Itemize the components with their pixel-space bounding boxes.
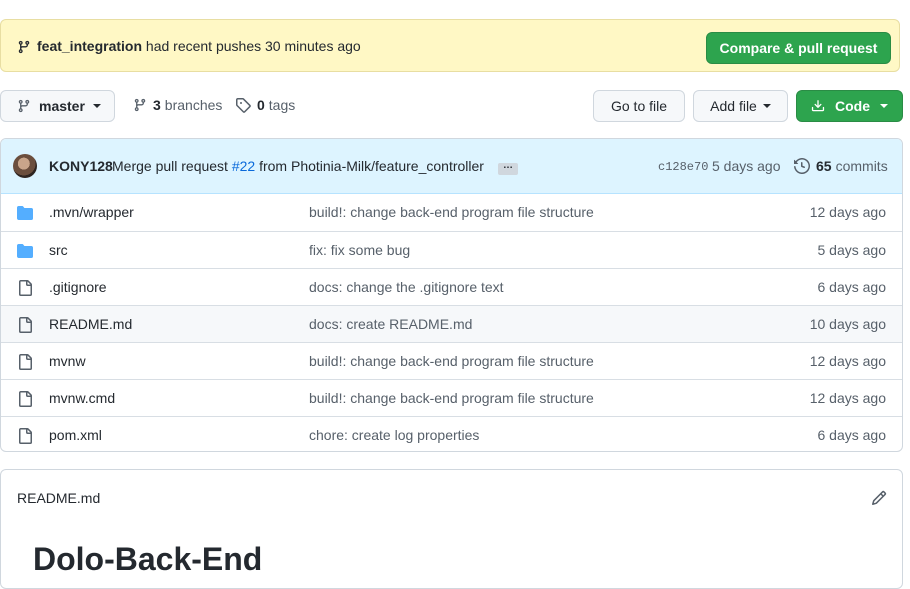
recent-push-text: feat_integration had recent pushes 30 mi… bbox=[37, 38, 361, 54]
chevron-down-icon bbox=[92, 104, 101, 108]
commit-author[interactable]: KONY128 bbox=[49, 158, 113, 174]
recent-push-banner: feat_integration had recent pushes 30 mi… bbox=[0, 19, 900, 72]
chevron-down-icon bbox=[880, 104, 888, 108]
file-icon bbox=[17, 354, 33, 370]
commit-message[interactable]: Merge pull request #22 from Photinia-Mil… bbox=[112, 158, 484, 174]
file-name-link[interactable]: README.md bbox=[49, 316, 132, 332]
file-name-link[interactable]: src bbox=[49, 242, 68, 258]
commit-message-prefix: Merge pull request bbox=[112, 158, 228, 174]
file-icon bbox=[17, 280, 33, 296]
pushed-branch-name[interactable]: feat_integration bbox=[37, 38, 142, 54]
commit-sha[interactable]: c128e70 bbox=[658, 160, 708, 174]
branches-link[interactable]: 3 branches bbox=[133, 97, 222, 113]
file-row[interactable]: .gitignore docs: change the .gitignore te… bbox=[1, 268, 902, 305]
file-row[interactable]: mvnw build!: change back-end program file… bbox=[1, 342, 902, 379]
branches-count: 3 bbox=[153, 97, 161, 113]
folder-icon bbox=[17, 243, 33, 259]
commit-time: 5 days ago bbox=[712, 158, 781, 174]
tag-icon bbox=[235, 97, 251, 113]
file-rows: .mvn/wrapper build!: change back-end prog… bbox=[1, 194, 902, 451]
add-file-label: Add file bbox=[710, 98, 757, 114]
chevron-down-icon bbox=[762, 104, 771, 108]
file-commit-age: 10 days ago bbox=[809, 316, 886, 332]
file-commit-age: 12 days ago bbox=[809, 353, 886, 369]
expand-commit-message-button[interactable]: … bbox=[498, 161, 518, 175]
commit-message-suffix: from Photinia-Milk/feature_controller bbox=[259, 158, 484, 174]
file-commit-message-link[interactable]: docs: create README.md bbox=[309, 316, 472, 332]
branch-select-label: master bbox=[39, 98, 85, 114]
file-row[interactable]: mvnw.cmd build!: change back-end program … bbox=[1, 379, 902, 416]
file-row[interactable]: README.md docs: create README.md 10 days a… bbox=[1, 305, 902, 342]
file-commit-message-link[interactable]: build!: change back-end program file str… bbox=[309, 390, 594, 406]
folder-icon bbox=[17, 205, 33, 221]
file-commit-age: 6 days ago bbox=[817, 427, 887, 443]
code-button-label: Code bbox=[835, 98, 870, 114]
git-branch-icon bbox=[17, 98, 31, 114]
file-icon bbox=[17, 391, 33, 407]
file-commit-message-link[interactable]: chore: create log properties bbox=[309, 427, 479, 443]
file-row[interactable]: .mvn/wrapper build!: change back-end prog… bbox=[1, 194, 902, 231]
file-icon bbox=[17, 317, 33, 333]
readme-title[interactable]: README.md bbox=[17, 490, 100, 506]
file-name-link[interactable]: pom.xml bbox=[49, 427, 102, 443]
file-list-box: KONY128 Merge pull request #22 from Phot… bbox=[0, 138, 903, 452]
file-name-link[interactable]: .gitignore bbox=[49, 279, 107, 295]
file-row[interactable]: src fix: fix some bug 5 days ago bbox=[1, 231, 902, 268]
file-row[interactable]: pom.xml chore: create log properties 6 day… bbox=[1, 416, 902, 451]
branch-select-button[interactable]: master bbox=[0, 90, 115, 122]
file-name-link[interactable]: mvnw.cmd bbox=[49, 390, 115, 406]
file-commit-message-link[interactable]: build!: change back-end program file str… bbox=[309, 204, 594, 220]
add-file-button[interactable]: Add file bbox=[693, 90, 788, 122]
file-commit-age: 12 days ago bbox=[809, 390, 886, 406]
file-commit-message-link[interactable]: build!: change back-end program file str… bbox=[309, 353, 594, 369]
download-icon bbox=[811, 98, 825, 114]
commits-history-link[interactable]: 65 commits bbox=[794, 158, 888, 174]
file-commit-message-link[interactable]: fix: fix some bug bbox=[309, 242, 410, 258]
file-commit-message-link[interactable]: docs: change the .gitignore text bbox=[309, 279, 504, 295]
latest-commit-bar: KONY128 Merge pull request #22 from Phot… bbox=[1, 139, 902, 194]
file-commit-age: 12 days ago bbox=[809, 204, 886, 220]
branches-label: branches bbox=[164, 97, 223, 113]
git-branch-icon bbox=[133, 97, 147, 113]
pull-request-link[interactable]: #22 bbox=[232, 158, 255, 174]
commits-count: 65 bbox=[816, 158, 832, 174]
file-icon bbox=[17, 428, 33, 444]
author-avatar[interactable] bbox=[13, 154, 37, 178]
readme-box: README.md Dolo-Back-End bbox=[0, 469, 903, 589]
file-commit-age: 5 days ago bbox=[817, 242, 887, 258]
file-name-link[interactable]: mvnw bbox=[49, 353, 86, 369]
history-icon bbox=[794, 158, 810, 174]
file-name-link[interactable]: .mvn/wrapper bbox=[49, 204, 134, 220]
pencil-icon[interactable] bbox=[871, 490, 887, 506]
code-button[interactable]: Code bbox=[796, 90, 903, 122]
compare-pull-request-button[interactable]: Compare & pull request bbox=[706, 32, 891, 64]
tags-label: tags bbox=[268, 97, 296, 113]
tags-link[interactable]: 0 tags bbox=[235, 97, 295, 113]
go-to-file-button[interactable]: Go to file bbox=[593, 90, 685, 122]
recent-push-message: had recent pushes 30 minutes ago bbox=[145, 38, 361, 54]
git-branch-icon bbox=[17, 39, 31, 55]
commits-label: commits bbox=[835, 158, 888, 174]
file-commit-age: 6 days ago bbox=[817, 279, 887, 295]
tags-count: 0 bbox=[257, 97, 265, 113]
